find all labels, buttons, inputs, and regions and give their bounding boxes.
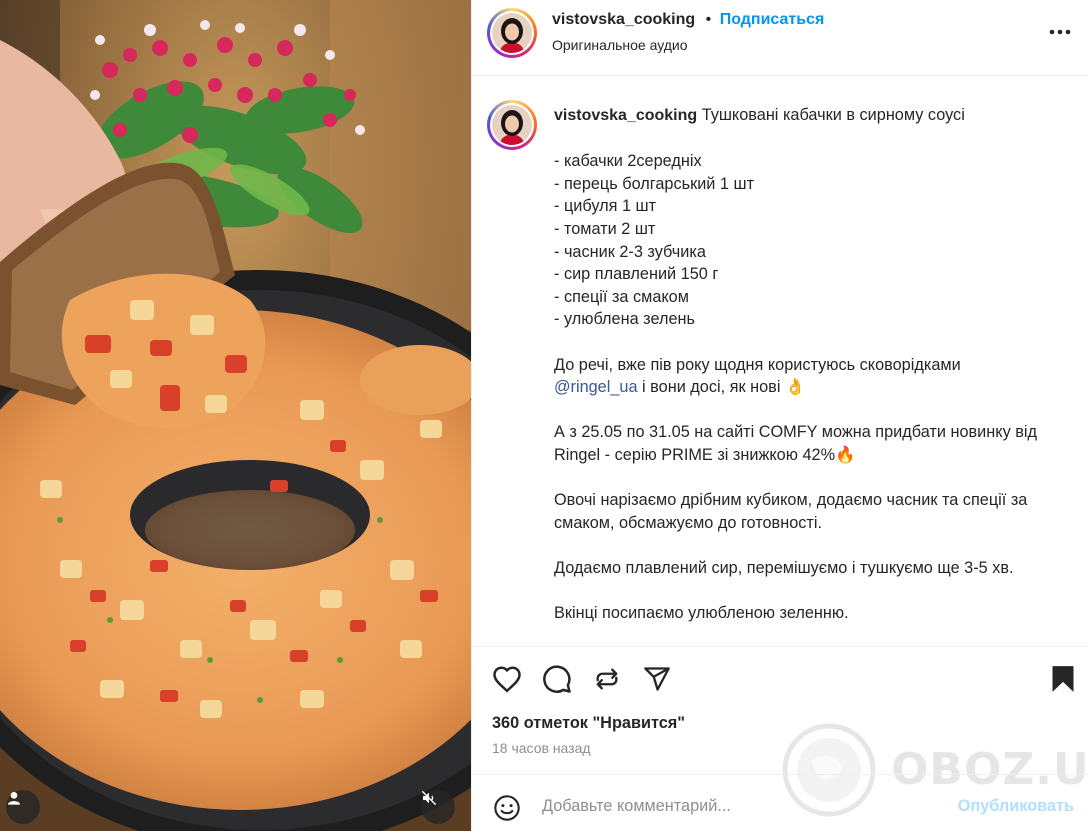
author-username[interactable]: vistovska_cooking — [552, 11, 695, 28]
food-photo — [0, 0, 471, 831]
caption-username[interactable]: vistovska_cooking — [554, 107, 697, 124]
avatar-photo — [492, 13, 532, 53]
ingredient-item: - цибуля 1 шт — [554, 197, 657, 216]
caption-text: і вони досі, як нові 👌 — [637, 378, 806, 397]
publish-button[interactable]: Опубликовать — [958, 797, 1074, 816]
caption-paragraph: Вкінці посипаємо улюбленою зеленню. — [554, 604, 849, 623]
more-horizontal-icon — [1049, 29, 1071, 35]
likes-count[interactable]: 360 отметок "Нравится" — [492, 714, 685, 733]
author-avatar[interactable] — [487, 8, 537, 58]
caption-paragraph: А з 25.05 по 31.05 на сайті COMFY можна … — [554, 423, 1038, 442]
ingredient-item: - часник 2-3 зубчика — [554, 242, 706, 261]
emoji-icon — [494, 795, 520, 821]
comment-icon — [543, 665, 571, 693]
user-tag-button[interactable] — [6, 790, 40, 824]
audio-label[interactable]: Оригинальное аудио — [552, 37, 688, 53]
comment-input[interactable]: Добавьте комментарий... — [542, 797, 731, 816]
repost-icon — [596, 668, 618, 690]
caption-paragraph: смаком, обсмажуємо до готовності. — [554, 513, 822, 532]
ingredient-item: - кабачки 2середніх — [554, 152, 702, 171]
save-button[interactable] — [1046, 662, 1080, 696]
separator-dot: • — [705, 11, 712, 28]
bookmark-icon — [1052, 666, 1074, 692]
caption-avatar[interactable] — [487, 100, 537, 150]
like-button[interactable] — [490, 662, 524, 696]
more-options-button[interactable] — [1043, 15, 1077, 49]
post-media[interactable] — [0, 0, 471, 831]
ingredient-item: - улюблена зелень — [554, 310, 695, 329]
share-icon — [644, 667, 670, 691]
heart-icon — [493, 666, 521, 693]
comment-bar: Добавьте комментарий... Опубликовать — [472, 774, 1088, 831]
post-header: vistovska_cooking • Подписаться Оригинал… — [472, 0, 1088, 76]
mute-button[interactable] — [421, 790, 455, 824]
ingredient-item: - сир плавлений 150 г — [554, 265, 719, 284]
follow-button[interactable]: Подписаться — [720, 11, 825, 28]
comment-button[interactable] — [540, 662, 574, 696]
ingredient-item: - перець болгарський 1 шт — [554, 174, 755, 193]
avatar-photo — [492, 105, 532, 145]
ingredient-item: - спеції за смаком — [554, 287, 689, 306]
share-button[interactable] — [640, 662, 674, 696]
post-panel: vistovska_cooking • Подписаться Оригинал… — [471, 0, 1088, 831]
caption-title: Тушковані кабачки в сирному соусі — [701, 106, 965, 124]
user-tag-icon — [8, 792, 20, 805]
post-caption: vistovska_cooking Тушковані кабачки в си… — [554, 104, 1069, 625]
emoji-button[interactable] — [490, 791, 524, 825]
caption-paragraph: До речі, вже пів року щодня користуюсь с… — [554, 355, 961, 374]
muted-speaker-icon — [421, 790, 437, 806]
post-time[interactable]: 18 часов назад — [492, 740, 591, 756]
caption-paragraph: Додаємо плавлений сир, перемішуємо і туш… — [554, 558, 1014, 577]
ingredient-item: - томати 2 шт — [554, 219, 656, 238]
caption-paragraph: Овочі нарізаємо дрібним кубиком, додаємо… — [554, 491, 1028, 510]
mention-link[interactable]: @ringel_ua — [554, 378, 638, 396]
repost-button[interactable] — [590, 662, 624, 696]
caption-paragraph: Ringel - серію PRIME зі знижкою 42%🔥 — [554, 445, 856, 464]
